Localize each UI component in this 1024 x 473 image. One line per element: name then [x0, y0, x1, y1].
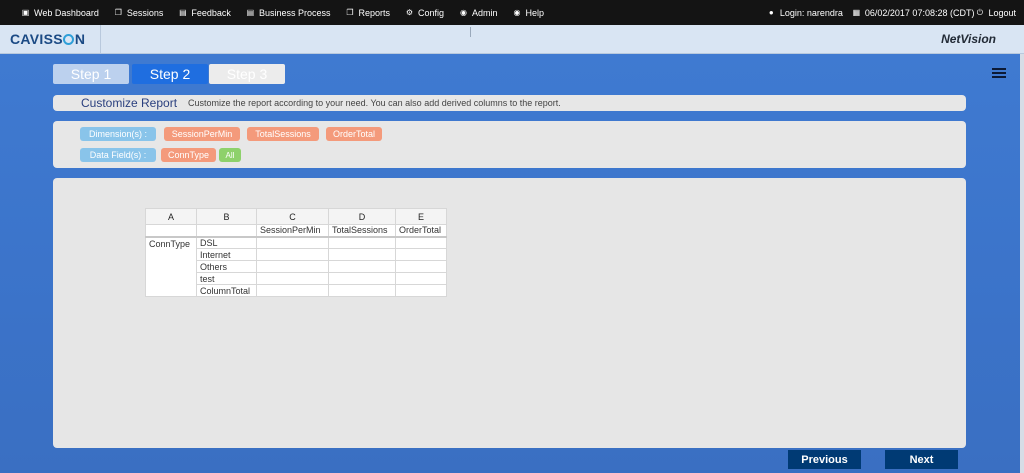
header-cell: OrderTotal: [395, 224, 447, 238]
dimension-chip[interactable]: OrderTotal: [326, 127, 382, 141]
value-cell: [256, 260, 329, 273]
value-cell: [395, 260, 447, 273]
nav-help[interactable]: ◉ Help: [512, 8, 545, 18]
config-icon: ⚙: [405, 8, 414, 17]
value-cell: [256, 248, 329, 261]
table-row: ConnType DSL: [145, 236, 447, 297]
nav-feedback[interactable]: ▤ Feedback: [177, 8, 231, 18]
page-description: Customize the report according to your n…: [188, 98, 561, 108]
value-cell: [256, 284, 329, 297]
nav-label: Feedback: [191, 7, 231, 18]
header-cell: [196, 224, 257, 238]
datetime-label: 06/02/2017 07:08:28 (CDT): [864, 7, 975, 18]
row-label-cell: DSL: [196, 236, 257, 249]
value-cell: [328, 260, 396, 273]
datetime-info: ▦ 06/02/2017 07:08:28 (CDT): [851, 8, 975, 18]
nav-label: Sessions: [126, 7, 164, 18]
nav-sessions[interactable]: ❐ Sessions: [113, 8, 164, 18]
feedback-icon: ▤: [179, 8, 187, 17]
next-button[interactable]: Next: [885, 450, 958, 469]
report-title-bar: Customize Report Customize the report ac…: [53, 95, 966, 111]
window-right-edge: [1020, 54, 1024, 473]
header-cell: TotalSessions: [328, 224, 396, 238]
group-label-cell: ConnType: [145, 236, 197, 297]
calendar-icon: ▦: [852, 8, 861, 17]
logout-label: Logout: [988, 7, 1016, 18]
nav-business-process[interactable]: ▤ Business Process: [245, 8, 331, 18]
value-cell: [395, 236, 447, 249]
dimension-chip[interactable]: SessionPerMin: [164, 127, 240, 141]
nav-web-dashboard[interactable]: ▣ Web Dashboard: [20, 8, 99, 18]
row-label-cell: ColumnTotal: [196, 284, 257, 297]
report-grid-panel: A B C D E SessionPerMin TotalSessions Or…: [53, 178, 966, 448]
nav-config[interactable]: ⚙ Config: [404, 8, 444, 18]
help-icon: ◉: [513, 8, 521, 17]
value-cell: [328, 248, 396, 261]
nav-label: Admin: [472, 7, 498, 18]
column-letter-row: A B C D E: [145, 208, 447, 225]
all-badge[interactable]: All: [219, 148, 241, 162]
nav-label: Business Process: [258, 7, 331, 18]
report-preview-table: A B C D E SessionPerMin TotalSessions Or…: [145, 208, 447, 297]
login-info[interactable]: ● Login: narendra: [766, 8, 843, 18]
row-label-cell: test: [196, 272, 257, 285]
session-info: ● Login: narendra ▦ 06/02/2017 07:08:28 …: [758, 8, 1024, 18]
list-menu-icon[interactable]: [992, 68, 1006, 80]
logout-link[interactable]: ⏻ Logout: [974, 8, 1016, 18]
login-label: Login: narendra: [779, 7, 843, 18]
header-cell: [145, 224, 197, 238]
main-content: Step 1 Step 2 Step 3 Customize Report Cu…: [0, 54, 1024, 473]
data-fields-label: Data Field(s) :: [80, 148, 156, 162]
nav-label: Help: [525, 7, 545, 18]
logo-text-start: CAVISS: [10, 31, 63, 47]
brand-divider: [100, 25, 101, 54]
dashboard-icon: ▣: [21, 8, 30, 17]
header-row: SessionPerMin TotalSessions OrderTotal: [145, 224, 447, 238]
cavisson-logo: CAVISS N: [10, 31, 85, 47]
column-letter[interactable]: E: [395, 208, 447, 225]
nav-reports[interactable]: ❐ Reports: [344, 8, 390, 18]
header-cell: SessionPerMin: [256, 224, 329, 238]
value-cell: [395, 284, 447, 297]
reports-icon: ❐: [346, 8, 354, 17]
column-letter[interactable]: D: [328, 208, 396, 225]
user-icon: ●: [768, 8, 774, 17]
row-label-cell: Others: [196, 260, 257, 273]
business-process-icon: ▤: [246, 8, 255, 17]
page-title: Customize Report: [81, 96, 178, 110]
nav-admin[interactable]: ◉ Admin: [458, 8, 498, 18]
value-cell: [328, 272, 396, 285]
logo-o-ring: [63, 34, 75, 45]
admin-icon: ◉: [460, 8, 467, 17]
dimension-chip[interactable]: TotalSessions: [247, 127, 319, 141]
column-letter[interactable]: A: [145, 208, 197, 225]
logo-text-end: N: [74, 31, 86, 47]
product-name: NetVision: [941, 32, 996, 46]
brand-divider-small: [470, 27, 471, 37]
value-cell: [395, 248, 447, 261]
row-label-cell: Internet: [196, 248, 257, 261]
dimensions-label: Dimension(s) :: [80, 127, 156, 141]
value-cell: [256, 236, 329, 249]
column-letter[interactable]: B: [196, 208, 257, 225]
field-selection-panel: Dimension(s) : SessionPerMin TotalSessio…: [53, 121, 966, 168]
step-1-tab[interactable]: Step 1: [53, 64, 129, 84]
data-field-chip[interactable]: ConnType: [161, 148, 216, 162]
value-cell: [256, 272, 329, 285]
sessions-icon: ❐: [114, 8, 122, 17]
value-cell: [328, 236, 396, 249]
step-3-tab[interactable]: Step 3: [209, 64, 285, 84]
step-2-tab[interactable]: Step 2: [132, 64, 208, 84]
nav-label: Reports: [358, 7, 390, 18]
power-icon: ⏻: [976, 7, 984, 17]
nav-label: Web Dashboard: [34, 7, 99, 18]
top-nav-bar: ▣ Web Dashboard ❐ Sessions ▤ Feedback ▤ …: [0, 0, 1024, 25]
value-cell: [395, 272, 447, 285]
brand-bar: CAVISS N NetVision: [0, 25, 1024, 54]
value-cell: [328, 284, 396, 297]
nav-label: Config: [417, 7, 444, 18]
column-letter[interactable]: C: [256, 208, 329, 225]
previous-button[interactable]: Previous: [788, 450, 861, 469]
